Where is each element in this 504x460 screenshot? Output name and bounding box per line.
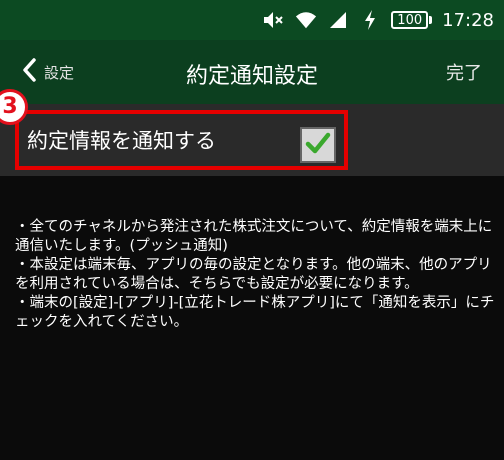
check-icon bbox=[305, 131, 331, 159]
description-text: ・全てのチャネルから発注された株式注文について、約定情報を端末上に通信いたします… bbox=[15, 218, 495, 332]
description-paragraph: ・端末の[設定]-[アプリ]-[立花トレード株アプリ]にて「通知を表示」にチェッ… bbox=[15, 295, 495, 330]
back-button-label: 設定 bbox=[44, 63, 75, 82]
done-button[interactable]: 完了 bbox=[446, 59, 482, 85]
battery-level: 100 bbox=[397, 12, 423, 28]
back-button[interactable]: 設定 bbox=[22, 57, 74, 87]
battery-icon: 100 bbox=[391, 10, 433, 30]
charging-icon bbox=[359, 9, 381, 31]
chevron-left-icon bbox=[22, 58, 36, 86]
description-paragraph: ・全てのチャネルから発注された株式注文について、約定情報を端末上に通信いたします… bbox=[15, 219, 493, 254]
description-paragraph: ・本設定は端末毎、アプリの毎の設定となります。他の端末、他のアプリを利用されてい… bbox=[15, 257, 492, 292]
status-bar: 100 17:28 bbox=[0, 0, 504, 40]
page-title: 約定通知設定 bbox=[185, 64, 318, 89]
status-time: 17:28 bbox=[442, 9, 494, 31]
navigation-bar: 設定 約定通知設定 完了 bbox=[0, 40, 504, 104]
notify-checkbox[interactable] bbox=[300, 127, 336, 163]
signal-icon bbox=[327, 9, 349, 31]
notify-setting-label: 約定情報を通知する bbox=[27, 129, 216, 153]
mute-icon bbox=[263, 9, 285, 31]
wifi-icon bbox=[295, 9, 317, 31]
